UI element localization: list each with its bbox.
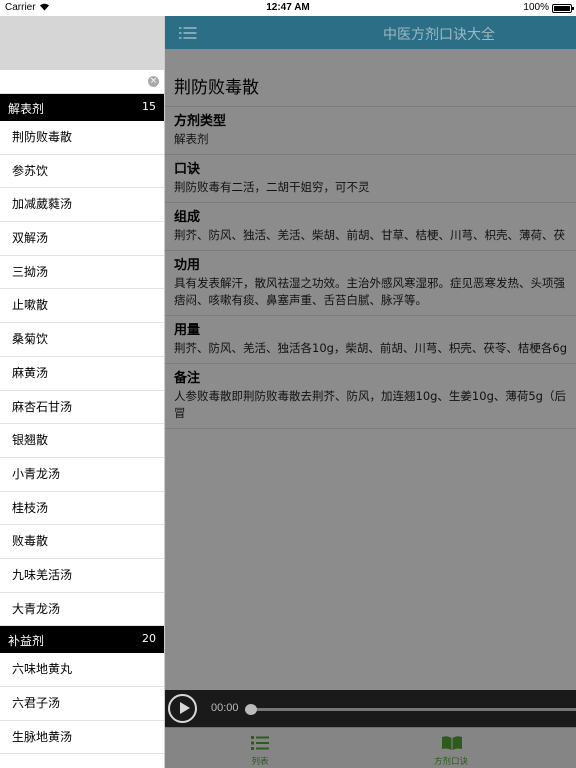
list-item[interactable]: 麻黄汤 bbox=[0, 356, 164, 391]
tab-formula-rhymes-label: 方剂口诀 bbox=[433, 757, 468, 767]
detail-section-text: 具有发表解汗，散风祛湿之功效。主治外感风寒湿邪。症见恶寒发热、头项强 bbox=[174, 276, 565, 290]
detail-section-text: 痞闷、咳嗽有痰、鼻塞声重、舌苔白腻、脉浮等。 bbox=[174, 293, 427, 307]
book-icon bbox=[441, 735, 462, 751]
progress-slider[interactable] bbox=[245, 704, 257, 715]
detail-section: 口诀荆防败毒有二活，二胡干姐穷，可不灵 bbox=[165, 155, 576, 203]
detail-section: 方剂类型 解表剂 bbox=[165, 107, 576, 155]
list-icon bbox=[250, 735, 270, 751]
player-time: 00:00 bbox=[211, 702, 239, 714]
nav-title: 中医方剂口诀大全 bbox=[383, 27, 495, 43]
detail-blocks: 方剂类型解表剂口诀荆防败毒有二活，二胡干姐穷，可不灵 组成荆芥、防风、独活、羌活、… bbox=[165, 107, 576, 429]
detail-section-title: 备注 bbox=[174, 371, 201, 386]
list-item[interactable]: 麻杏石甘汤 bbox=[0, 390, 164, 425]
sidebar-header bbox=[0, 16, 164, 70]
clock: 12:47 AM bbox=[266, 2, 310, 13]
section-title: 补益剂 bbox=[8, 634, 45, 649]
sidebar: × 解表剂 15 荆防败毒散 参苏饮 加减葳蕤汤 双解汤 三拗汤 止嗽散 桑菊饮 麻黄汤 麻杏石甘汤… bbox=[0, 16, 165, 768]
status-bar: Carrier 12:47 AM 100% bbox=[0, 0, 576, 16]
section-count: 20 bbox=[142, 632, 156, 646]
list-item[interactable]: 加减葳蕤汤 bbox=[0, 188, 164, 223]
tab-list[interactable]: 列表 bbox=[200, 728, 320, 768]
list-item[interactable]: 六君子汤 bbox=[0, 687, 164, 721]
clear-icon[interactable]: × bbox=[148, 76, 159, 87]
list-item[interactable]: 荆防败毒散 bbox=[0, 121, 164, 155]
list-item[interactable]: 三拗汤 bbox=[0, 255, 164, 290]
tab-list-label: 列表 bbox=[251, 757, 269, 767]
list-item[interactable]: 桑菊饮 bbox=[0, 323, 164, 357]
list-item[interactable]: 生脉地黄汤 bbox=[0, 720, 164, 755]
detail-section-text: 人参败毒散即荆防败毒散去荆芥、防风，加连翘10g、生姜10g、薄荷5g（后 bbox=[174, 389, 566, 403]
section-header: 解表剂 15 bbox=[0, 94, 164, 121]
main-panel: 中医方剂口诀大全 荆防败毒散 方剂类型解表剂口诀荆防败毒有二活，二胡干姐穷，可不… bbox=[165, 16, 576, 768]
detail-section-text: 冒 bbox=[174, 406, 186, 420]
detail-content: 荆防败毒散 方剂类型解表剂口诀荆防败毒有二活，二胡干姐穷，可不灵 组成荆芥、防风、… bbox=[165, 49, 576, 689]
list-item[interactable]: 六味地黄丸 bbox=[0, 653, 164, 687]
tab-formula-rhymes[interactable]: 方剂口诀 bbox=[391, 728, 511, 768]
detail-section-text: 荆防败毒有二活，二胡干姐穷，可不灵 bbox=[174, 180, 370, 194]
list-item[interactable]: 桂枝汤 bbox=[0, 491, 164, 526]
detail-section-title: 方剂类型 bbox=[174, 114, 227, 129]
battery-icon bbox=[552, 4, 574, 13]
detail-section: 功用具有发表解汗，散风祛湿之功效。主治外感风寒湿邪。症见恶寒发热、头项强 痞闷、咳… bbox=[165, 251, 576, 316]
section-count: 15 bbox=[142, 100, 156, 113]
detail-section: 备注人参败毒散即荆防败毒散去荆芥、防风，加连翘10g、生姜10g、薄荷5g（后冒 bbox=[165, 364, 576, 429]
list-item[interactable]: 止嗽散 bbox=[0, 289, 164, 324]
search-bar: × bbox=[0, 70, 164, 94]
progress-track[interactable] bbox=[249, 708, 576, 711]
list-item[interactable]: 银翘散 bbox=[0, 424, 164, 458]
formula-list: 解表剂 15 荆防败毒散 参苏饮 加减葳蕤汤 双解汤 三拗汤 止嗽散 桑菊饮 麻黄汤 麻杏石甘汤 银翘… bbox=[0, 94, 164, 755]
tab-bar: 列表 方剂口诀 bbox=[165, 727, 576, 768]
nav-bar: 中医方剂口诀大全 bbox=[165, 16, 576, 49]
play-button[interactable] bbox=[168, 694, 197, 723]
list-icon[interactable] bbox=[179, 25, 197, 39]
audio-player: 00:00 bbox=[165, 690, 576, 727]
detail-section: 组成荆芥、防风、独活、羌活、柴胡、前胡、甘草、桔梗、川芎、枳壳、薄荷、茯 bbox=[165, 203, 576, 251]
detail-section-text: 荆芥、防风、独活、羌活、柴胡、前胡、甘草、桔梗、川芎、枳壳、薄荷、茯 bbox=[174, 228, 565, 242]
page-title: 荆防败毒散 bbox=[165, 49, 576, 107]
list-item[interactable]: 双解汤 bbox=[0, 222, 164, 256]
section-title: 解表剂 bbox=[8, 102, 45, 116]
detail-section-title: 功用 bbox=[174, 258, 201, 273]
detail-section-text: 解表剂 bbox=[174, 132, 209, 146]
list-item[interactable]: 败毒散 bbox=[0, 525, 164, 559]
section-header: 补益剂 20 bbox=[0, 626, 164, 654]
list-item[interactable]: 参苏饮 bbox=[0, 154, 164, 189]
list-item[interactable]: 大青龙汤 bbox=[0, 592, 164, 627]
detail-section-title: 用量 bbox=[174, 323, 201, 338]
battery-percent: 100% bbox=[523, 2, 549, 13]
list-item[interactable]: 九味羌活汤 bbox=[0, 558, 164, 593]
detail-section: 用量荆芥、防风、羌活、独活各10g，柴胡、前胡、川芎、枳壳、茯苓、桔梗各6g bbox=[165, 316, 576, 364]
detail-section-text: 荆芥、防风、羌活、独活各10g，柴胡、前胡、川芎、枳壳、茯苓、桔梗各6g bbox=[174, 341, 568, 355]
search-input[interactable] bbox=[2, 72, 162, 92]
list-item[interactable]: 小青龙汤 bbox=[0, 457, 164, 492]
detail-section-title: 口诀 bbox=[174, 162, 201, 177]
detail-section-title: 组成 bbox=[174, 210, 201, 225]
